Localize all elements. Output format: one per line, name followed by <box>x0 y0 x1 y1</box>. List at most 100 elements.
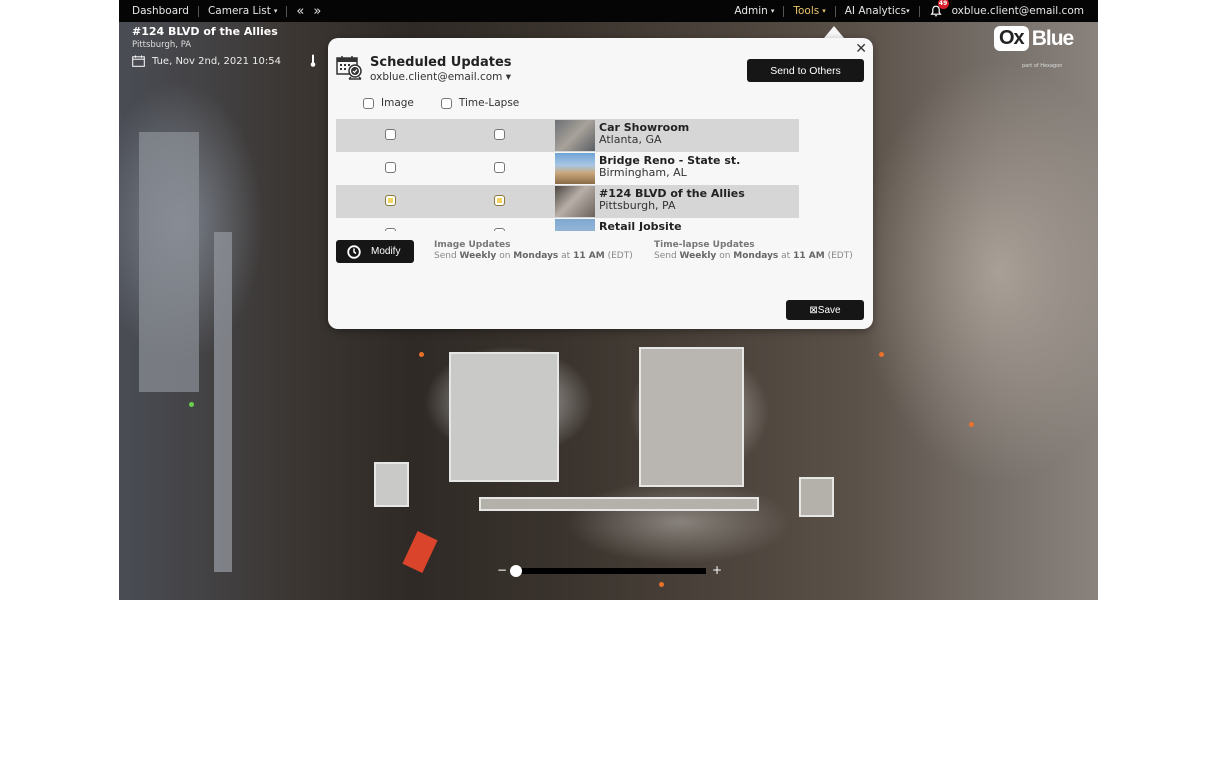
dialog-pointer <box>824 26 844 38</box>
chevron-down-icon: ▾ <box>273 7 278 15</box>
timeline-zoom-in-button[interactable]: + <box>712 563 722 577</box>
scene-worker <box>969 422 974 427</box>
on-word: on <box>499 251 511 261</box>
site-thumbnail <box>555 120 595 151</box>
logo-subtitle: part of Hexagon <box>1022 63 1063 69</box>
site-list[interactable]: Car Showroom Atlanta, GA Bridge Reno - St… <box>336 119 799 231</box>
at-word: at <box>561 251 571 261</box>
image-checkbox[interactable] <box>385 129 396 140</box>
top-nav: Dashboard Camera List ▾ « » Admin ▾ Tools ▾… <box>119 0 1098 22</box>
site-thumbnail <box>555 186 595 217</box>
notifications-button[interactable]: 49 <box>930 0 949 17</box>
project-datetime[interactable]: Tue, Nov 2nd, 2021 10:54 <box>132 55 281 67</box>
select-all-image[interactable]: Image <box>363 97 414 109</box>
timelapse-updates-summary: Time-lapse Updates Send Weekly on Monday… <box>654 240 853 262</box>
site-row: Bridge Reno - State st. Birmingham, AL <box>336 152 799 185</box>
chevron-down-icon: ▾ <box>770 7 775 15</box>
at-word: at <box>781 251 791 261</box>
thermometer-icon <box>310 54 316 67</box>
scheduled-updates-dialog: ✕ Scheduled Updates oxblue.client@email.… <box>328 38 873 329</box>
logo-ox: Ox <box>994 26 1029 51</box>
save-icon: ⊠ <box>809 304 818 316</box>
site-row: #124 BLVD of the Allies Pittsburgh, PA <box>336 185 799 218</box>
timelapse-checkbox[interactable] <box>494 195 505 206</box>
timelapse-updates-heading: Time-lapse Updates <box>654 240 755 250</box>
image-checkbox[interactable] <box>385 228 396 231</box>
timelapse-checkbox[interactable] <box>494 228 505 231</box>
timezone: (EDT) <box>607 251 633 261</box>
timezone: (EDT) <box>827 251 853 261</box>
scene-slab <box>479 497 759 511</box>
site-thumbnail <box>555 153 595 184</box>
save-button[interactable]: ⊠Save <box>786 300 864 320</box>
project-datetime-text: Tue, Nov 2nd, 2021 10:54 <box>152 55 281 67</box>
next-camera-button[interactable]: » <box>313 4 330 19</box>
nav-ai-analytics[interactable]: AI Analytics▾ <box>836 5 919 17</box>
nav-tools[interactable]: Tools ▾ <box>784 5 834 17</box>
modify-schedule-button[interactable]: Modify <box>336 240 414 263</box>
previous-camera-button[interactable]: « <box>287 4 313 19</box>
calendar-icon <box>132 55 145 67</box>
project-info: #124 BLVD of the Allies Pittsburgh, PA T… <box>132 25 281 67</box>
timelapse-checkbox[interactable] <box>494 162 505 173</box>
scene-worker <box>189 402 194 407</box>
day: Mondays <box>733 251 779 261</box>
nav-camera-list[interactable]: Camera List ▾ <box>199 5 286 17</box>
logo-blue: Blue <box>1031 26 1075 50</box>
time: 11 AM <box>793 251 825 261</box>
scene-slab <box>639 347 744 487</box>
select-all-image-checkbox[interactable] <box>363 97 374 109</box>
nav-admin-label: Admin <box>734 5 768 17</box>
time: 11 AM <box>573 251 605 261</box>
scene-vehicle <box>402 531 438 573</box>
frequency: Weekly <box>679 251 717 261</box>
nav-ai-analytics-label: AI Analytics <box>844 5 907 17</box>
send-word: Send <box>434 251 457 261</box>
select-all-timelapse-checkbox[interactable] <box>440 97 452 109</box>
image-updates-heading: Image Updates <box>434 240 511 250</box>
site-row: Car Showroom Atlanta, GA <box>336 119 799 152</box>
chevron-down-icon: ▾ <box>822 7 826 15</box>
nav-dashboard[interactable]: Dashboard <box>132 5 198 17</box>
oxblue-logo: Ox Blue <box>994 26 1075 51</box>
notification-count-badge: 49 <box>937 0 949 9</box>
scene-worker <box>659 582 664 587</box>
scene-worker <box>879 352 884 357</box>
timeline-slider-handle[interactable] <box>510 565 522 577</box>
frequency: Weekly <box>459 251 497 261</box>
project-title: #124 BLVD of the Allies <box>132 25 278 38</box>
user-email-menu[interactable]: oxblue.client@email.com <box>952 5 1084 17</box>
dialog-title: Scheduled Updates <box>370 55 512 70</box>
recipient-email-dropdown[interactable]: oxblue.client@email.com ▾ <box>370 71 512 83</box>
dialog-header: Scheduled Updates oxblue.client@email.co… <box>336 55 512 83</box>
image-checkbox[interactable] <box>385 195 396 206</box>
timelapse-column-label: Time-Lapse <box>458 97 520 109</box>
send-word: Send <box>654 251 677 261</box>
nav-camera-list-label: Camera List <box>207 5 271 17</box>
clock-icon <box>347 244 361 259</box>
app: Dashboard Camera List ▾ « » Admin ▾ Tools ▾… <box>119 0 1098 600</box>
timelapse-checkbox[interactable] <box>494 129 505 140</box>
nav-tools-label: Tools <box>793 5 820 17</box>
save-label: Save <box>817 304 841 316</box>
close-icon[interactable]: ✕ <box>855 42 867 56</box>
send-to-others-button[interactable]: Send to Others <box>747 59 864 82</box>
site-location: Birmingham, AL <box>599 166 687 179</box>
nav-admin[interactable]: Admin ▾ <box>734 5 783 17</box>
scene-slab <box>374 462 409 507</box>
select-all-timelapse[interactable]: Time-Lapse <box>440 97 520 109</box>
scene-slab <box>449 352 559 482</box>
day: Mondays <box>513 251 559 261</box>
site-location: Atlanta, GA <box>599 133 662 146</box>
image-updates-summary: Image Updates Send Weekly on Mondays at … <box>434 240 633 262</box>
site-location: Pittsburgh, PA <box>599 199 676 212</box>
scene-worker <box>419 352 424 357</box>
scheduled-calendar-icon <box>336 56 362 80</box>
chevron-down-icon: ▾ <box>906 7 910 15</box>
scene-slab <box>799 477 834 517</box>
timeline-slider-track[interactable] <box>511 568 706 574</box>
nav-divider <box>918 5 920 17</box>
timeline-zoom-out-button[interactable]: − <box>497 563 507 577</box>
image-checkbox[interactable] <box>385 162 396 173</box>
on-word: on <box>719 251 731 261</box>
